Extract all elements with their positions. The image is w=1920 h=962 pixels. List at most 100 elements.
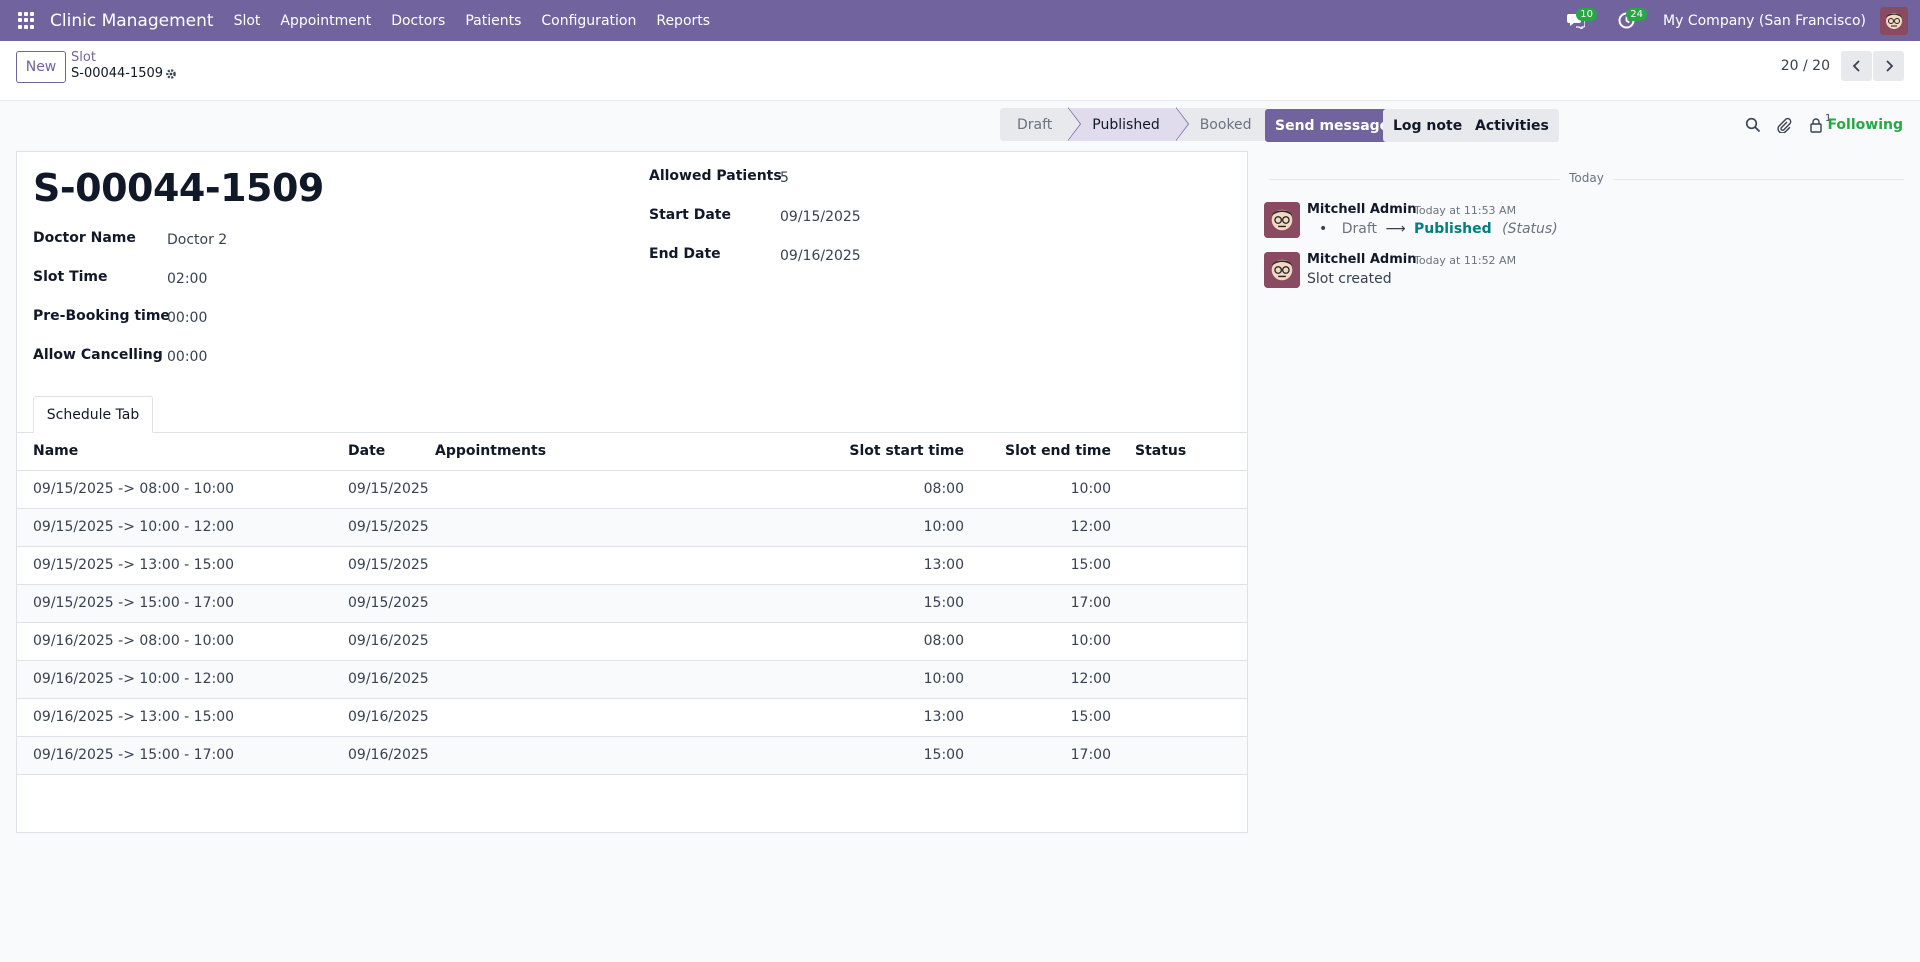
tracking-new-value: Published [1414, 221, 1492, 237]
slot-time-field[interactable]: 02:00 [167, 271, 207, 287]
cell-date: 09/16/2025 [348, 747, 429, 763]
menu-item-doctors[interactable]: Doctors [381, 13, 455, 29]
chevron-right-icon [1885, 60, 1893, 72]
cell-end: 10:00 [1070, 633, 1111, 649]
follower-icon[interactable] [1808, 117, 1824, 133]
messages-count-badge: 10 [1576, 7, 1598, 21]
pager-value[interactable]: 20 / 20 [1781, 58, 1830, 74]
slot-time-label: Slot Time [33, 269, 108, 285]
app-brand[interactable]: Clinic Management [50, 11, 214, 31]
activities-button[interactable]: Activities [1465, 109, 1559, 142]
table-row[interactable]: 09/15/2025 -> 13:00 - 15:00 09/15/2025 1… [17, 547, 1247, 585]
avatar[interactable] [1264, 202, 1300, 238]
tracking-field-name: (Status) [1502, 221, 1558, 237]
table-row[interactable]: 09/15/2025 -> 08:00 - 10:00 09/15/2025 0… [17, 471, 1247, 509]
date-separator: Today [1269, 171, 1904, 187]
stage-published[interactable]: Published [1068, 107, 1189, 141]
search-icon[interactable] [1745, 117, 1761, 133]
cell-end: 12:00 [1070, 671, 1111, 687]
breadcrumb-parent[interactable]: Slot [71, 50, 96, 65]
cell-end: 17:00 [1070, 747, 1111, 763]
control-panel: New Slot S-00044-1509 20 / 20 [0, 41, 1920, 101]
tab-schedule[interactable]: Schedule Tab [33, 396, 153, 433]
table-row[interactable]: 09/15/2025 -> 10:00 - 12:00 09/15/2025 1… [17, 509, 1247, 547]
paperclip-icon[interactable] [1776, 117, 1792, 133]
prebooking-label: Pre-Booking time [33, 308, 170, 324]
cell-end: 15:00 [1070, 557, 1111, 573]
table-row[interactable]: 09/15/2025 -> 15:00 - 17:00 09/15/2025 1… [17, 585, 1247, 623]
message-body: Slot created [1307, 271, 1392, 287]
cell-name: 09/16/2025 -> 13:00 - 15:00 [33, 709, 235, 725]
table-row[interactable]: 09/16/2025 -> 13:00 - 15:00 09/16/2025 1… [17, 699, 1247, 737]
form-sheet: S-00044-1509 Doctor Name Doctor 2 Slot T… [16, 151, 1248, 833]
menu-item-reports[interactable]: Reports [646, 13, 720, 29]
chatter-panel: Send message Log note Activities 1 Follo… [1254, 101, 1920, 962]
cell-end: 12:00 [1070, 519, 1111, 535]
cell-date: 09/15/2025 [348, 557, 429, 573]
user-avatar[interactable] [1880, 6, 1908, 35]
message-time: Today at 11:52 AM [1414, 254, 1517, 267]
end-date-label: End Date [649, 246, 721, 262]
cell-end: 17:00 [1070, 595, 1111, 611]
end-date-field[interactable]: 09/16/2025 [780, 248, 861, 264]
col-status[interactable]: Status [1135, 433, 1186, 470]
record-title[interactable]: S-00044-1509 [33, 166, 324, 210]
pager-next-button[interactable] [1873, 51, 1904, 81]
new-button[interactable]: New [16, 51, 66, 83]
message-author[interactable]: Mitchell Admin [1307, 252, 1416, 267]
allowed-patients-field[interactable]: 5 [780, 170, 789, 186]
table-row[interactable]: 09/16/2025 -> 08:00 - 10:00 09/16/2025 0… [17, 623, 1247, 661]
message-author[interactable]: Mitchell Admin [1307, 202, 1416, 217]
menu-item-appointment[interactable]: Appointment [270, 13, 381, 29]
avatar[interactable] [1264, 252, 1300, 288]
activities-count-badge: 24 [1626, 7, 1648, 21]
breadcrumb-current: S-00044-1509 [71, 66, 164, 81]
gear-icon[interactable] [165, 68, 177, 80]
chevron-left-icon [1852, 60, 1860, 72]
stage-draft-label: Draft [1017, 116, 1053, 133]
start-date-field[interactable]: 09/15/2025 [780, 209, 861, 225]
col-date[interactable]: Date [348, 433, 385, 470]
status-bar: Draft Published Booked [1000, 107, 1268, 141]
pager-previous-button[interactable] [1841, 51, 1872, 81]
allow-cancelling-label: Allow Cancelling [33, 347, 163, 363]
menu-item-configuration[interactable]: Configuration [531, 13, 646, 29]
stage-draft[interactable]: Draft [1000, 107, 1082, 141]
following-button[interactable]: Following [1827, 117, 1903, 133]
cell-name: 09/16/2025 -> 10:00 - 12:00 [33, 671, 235, 687]
table-row[interactable]: 09/16/2025 -> 15:00 - 17:00 09/16/2025 1… [17, 737, 1247, 775]
col-appointments[interactable]: Appointments [435, 433, 546, 470]
start-date-label: Start Date [649, 207, 731, 223]
cell-start: 15:00 [923, 747, 964, 763]
doctor-name-field[interactable]: Doctor 2 [167, 232, 227, 248]
avatar-image-icon [1264, 202, 1300, 238]
main-menu: Slot Appointment Doctors Patients Config… [224, 13, 720, 29]
schedule-table: Name Date Appointments Slot start time S… [17, 433, 1247, 775]
allowed-patients-label: Allowed Patients [649, 168, 782, 184]
prebooking-field[interactable]: 00:00 [167, 310, 207, 326]
cell-name: 09/15/2025 -> 08:00 - 10:00 [33, 481, 235, 497]
col-name[interactable]: Name [33, 433, 78, 470]
avatar-image-icon [1264, 252, 1300, 288]
chatter-message: Mitchell Admin Today at 11:52 AM Slot cr… [1264, 252, 1904, 292]
menu-item-patients[interactable]: Patients [455, 13, 531, 29]
apps-menu-icon[interactable] [18, 11, 36, 30]
table-row[interactable]: 09/16/2025 -> 10:00 - 12:00 09/16/2025 1… [17, 661, 1247, 699]
col-slot-start[interactable]: Slot start time [849, 433, 964, 470]
menu-item-slot[interactable]: Slot [224, 13, 271, 29]
cell-start: 08:00 [923, 633, 964, 649]
company-switcher[interactable]: My Company (San Francisco) [1663, 13, 1866, 29]
cell-start: 15:00 [923, 595, 964, 611]
cell-start: 10:00 [923, 671, 964, 687]
log-note-button[interactable]: Log note [1383, 109, 1473, 142]
cell-name: 09/16/2025 -> 08:00 - 10:00 [33, 633, 235, 649]
col-slot-end[interactable]: Slot end time [1005, 433, 1111, 470]
messaging-button[interactable]: 10 [1561, 6, 1598, 36]
cell-start: 08:00 [923, 481, 964, 497]
table-header: Name Date Appointments Slot start time S… [17, 433, 1247, 471]
cell-end: 15:00 [1070, 709, 1111, 725]
allow-cancelling-field[interactable]: 00:00 [167, 349, 207, 365]
send-message-button[interactable]: Send message [1265, 109, 1400, 142]
cell-date: 09/15/2025 [348, 481, 429, 497]
activities-button[interactable]: 24 [1611, 6, 1648, 36]
